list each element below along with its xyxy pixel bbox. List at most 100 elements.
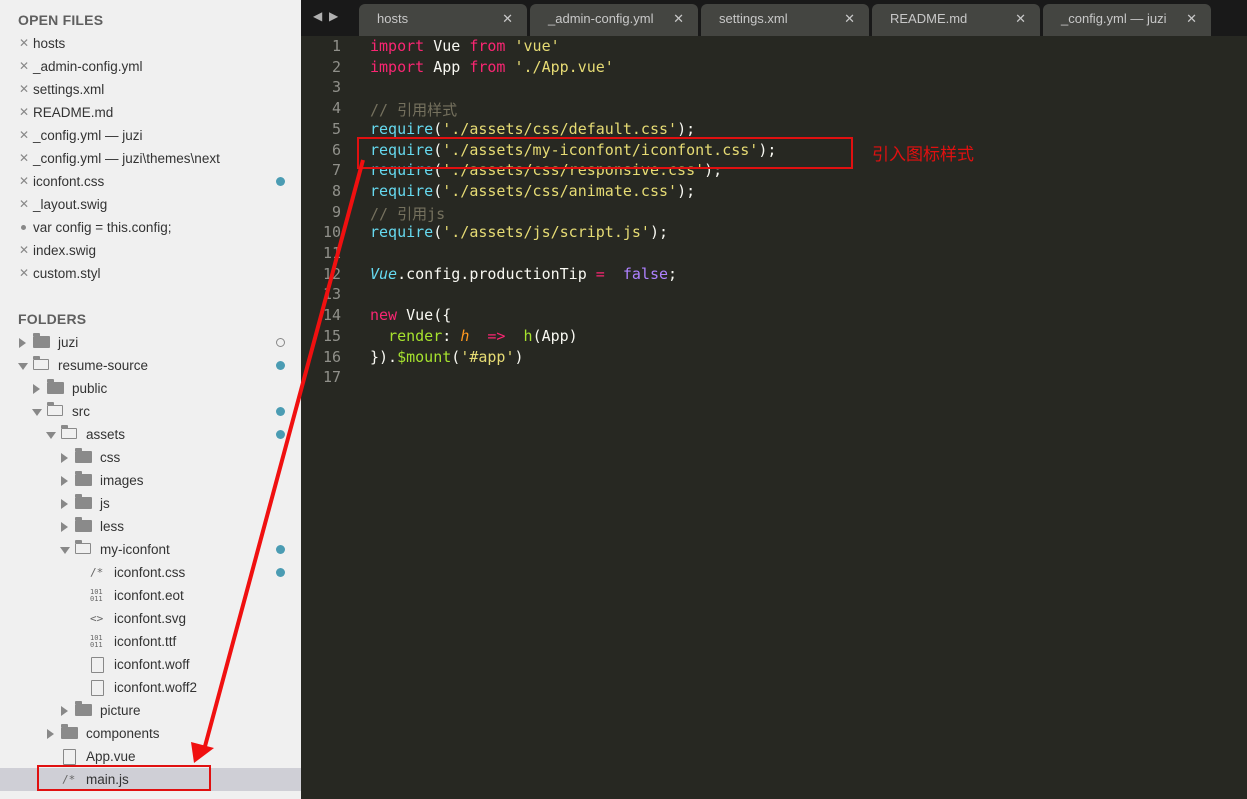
sidebar: OPEN FILES ✕ hosts ✕ _admin-config.yml ✕ sett…	[0, 0, 301, 799]
tab-close-icon[interactable]: ✕	[844, 4, 855, 34]
chevron-right-icon[interactable]	[47, 729, 54, 739]
code-line[interactable]: }).$mount('#app')	[370, 348, 524, 366]
folder-open-icon	[60, 425, 77, 439]
folder-icon	[61, 724, 78, 739]
line-number: 16	[322, 347, 341, 366]
folder-tree-item[interactable]: less	[0, 515, 301, 538]
code-token: // 引用样式	[370, 101, 458, 120]
chevron-right-icon[interactable]	[33, 384, 40, 394]
chevron-right-icon[interactable]	[61, 522, 68, 532]
open-file-item[interactable]: var config = this.config;	[0, 216, 301, 239]
tab-2[interactable]: settings.xml ✕	[701, 4, 869, 36]
folder-tree-item[interactable]: components	[0, 722, 301, 745]
folder-tree-item[interactable]: iconfont.woff2	[0, 676, 301, 699]
close-icon[interactable]: ✕	[19, 239, 29, 262]
code-line[interactable]: require('./assets/js/script.js');	[370, 223, 668, 241]
folder-tree-item[interactable]: public	[0, 377, 301, 400]
code-line[interactable]: render: h => h(App)	[370, 327, 578, 345]
folder-tree-item[interactable]: assets	[0, 423, 301, 446]
close-icon[interactable]: ✕	[19, 124, 29, 147]
folder-tree-item[interactable]: js	[0, 492, 301, 515]
close-icon[interactable]: ✕	[19, 193, 29, 216]
folder-tree-item[interactable]: picture	[0, 699, 301, 722]
line-number: 12	[322, 264, 341, 283]
chevron-down-icon[interactable]	[60, 547, 70, 554]
code-token: App	[433, 57, 461, 76]
highlight-main-js-box	[37, 765, 211, 791]
code-token: './assets/css/default.css'	[442, 119, 678, 138]
chevron-right-icon[interactable]	[61, 453, 68, 463]
open-file-item[interactable]: ✕ _layout.swig	[0, 193, 301, 216]
folder-tree-item[interactable]: 101 011 iconfont.eot	[0, 584, 301, 607]
close-icon[interactable]: ✕	[19, 147, 29, 170]
folder-tree-item[interactable]: css	[0, 446, 301, 469]
code-line[interactable]: require('./assets/css/animate.css');	[370, 182, 695, 200]
folder-tree-item[interactable]: my-iconfont	[0, 538, 301, 561]
tab-3[interactable]: README.md ✕	[872, 4, 1040, 36]
code-line[interactable]: new Vue({	[370, 306, 451, 324]
folder-tree-item[interactable]: resume-source	[0, 354, 301, 377]
code-line[interactable]: Vue.config.productionTip = false;	[370, 265, 677, 283]
comment-file-icon: /*	[90, 566, 104, 579]
tab-close-icon[interactable]: ✕	[502, 4, 513, 34]
code-token: Vue	[433, 37, 461, 55]
line-number: 15	[322, 326, 341, 345]
close-icon[interactable]: ✕	[19, 32, 29, 55]
folder-tree-item[interactable]: <> iconfont.svg	[0, 607, 301, 630]
open-file-item[interactable]: ✕ settings.xml	[0, 78, 301, 101]
tab-close-icon[interactable]: ✕	[673, 4, 684, 34]
code-token: Vue({	[406, 306, 452, 325]
open-file-item[interactable]: ✕ custom.styl	[0, 262, 301, 285]
forward-icon[interactable]: ▶	[329, 9, 338, 23]
chevron-down-icon[interactable]	[46, 432, 56, 439]
tab-close-icon[interactable]: ✕	[1186, 4, 1197, 34]
open-file-item[interactable]: ✕ _admin-config.yml	[0, 55, 301, 78]
open-file-item[interactable]: ✕ hosts	[0, 32, 301, 55]
code-token: require	[370, 223, 434, 242]
chevron-down-icon[interactable]	[32, 409, 42, 416]
folder-tree-item[interactable]: 101 011 iconfont.ttf	[0, 630, 301, 653]
tab-1[interactable]: _admin-config.yml ✕	[530, 4, 698, 36]
close-icon[interactable]: ✕	[19, 101, 29, 124]
code-token: './assets/css/animate.css'	[442, 181, 678, 200]
folder-tree-label: iconfont.svg	[114, 611, 187, 626]
open-file-item[interactable]: ✕ index.swig	[0, 239, 301, 262]
code-token: (	[433, 223, 443, 242]
tab-label: _admin-config.yml	[548, 11, 654, 26]
chevron-right-icon[interactable]	[61, 706, 68, 716]
open-file-item[interactable]: ✕ _config.yml — juzi\themes\next	[0, 147, 301, 170]
open-file-item[interactable]: ✕ _config.yml — juzi	[0, 124, 301, 147]
code-line[interactable]: import App from './App.vue'	[370, 58, 614, 76]
code-line[interactable]: require('./assets/css/default.css');	[370, 120, 695, 138]
close-icon[interactable]: ✕	[19, 170, 29, 193]
folder-tree-item[interactable]: iconfont.woff	[0, 653, 301, 676]
chevron-right-icon[interactable]	[61, 499, 68, 509]
tab-close-icon[interactable]: ✕	[1015, 4, 1026, 34]
code-token: require	[370, 119, 434, 138]
tab-0[interactable]: hosts ✕	[359, 4, 527, 36]
chevron-right-icon[interactable]	[19, 338, 26, 348]
chevron-right-icon[interactable]	[61, 476, 68, 486]
close-icon[interactable]: ✕	[19, 262, 29, 285]
folder-tree-label: iconfont.eot	[114, 588, 184, 603]
code-line[interactable]: import Vue from 'vue'	[370, 37, 560, 55]
code-token: from	[469, 57, 506, 76]
folder-tree-item[interactable]: src	[0, 400, 301, 423]
folder-tree-item[interactable]: images	[0, 469, 301, 492]
code-line[interactable]: // 引用样式	[370, 99, 457, 120]
folder-icon	[75, 494, 92, 509]
open-file-item[interactable]: ✕ iconfont.css	[0, 170, 301, 193]
back-icon[interactable]: ◀	[313, 9, 322, 23]
code-token: render	[388, 326, 443, 345]
open-file-item[interactable]: ✕ README.md	[0, 101, 301, 124]
code-token: );	[677, 119, 696, 138]
folder-open-icon	[46, 402, 63, 416]
folder-tree-item[interactable]: /* iconfont.css	[0, 561, 301, 584]
code-line[interactable]: // 引用js	[370, 203, 445, 224]
close-icon[interactable]: ✕	[19, 55, 29, 78]
code-token: h	[460, 326, 470, 345]
folder-tree-item[interactable]: juzi	[0, 331, 301, 354]
tab-4[interactable]: _config.yml — juzi ✕	[1043, 4, 1211, 36]
chevron-down-icon[interactable]	[18, 363, 28, 370]
close-icon[interactable]: ✕	[19, 78, 29, 101]
